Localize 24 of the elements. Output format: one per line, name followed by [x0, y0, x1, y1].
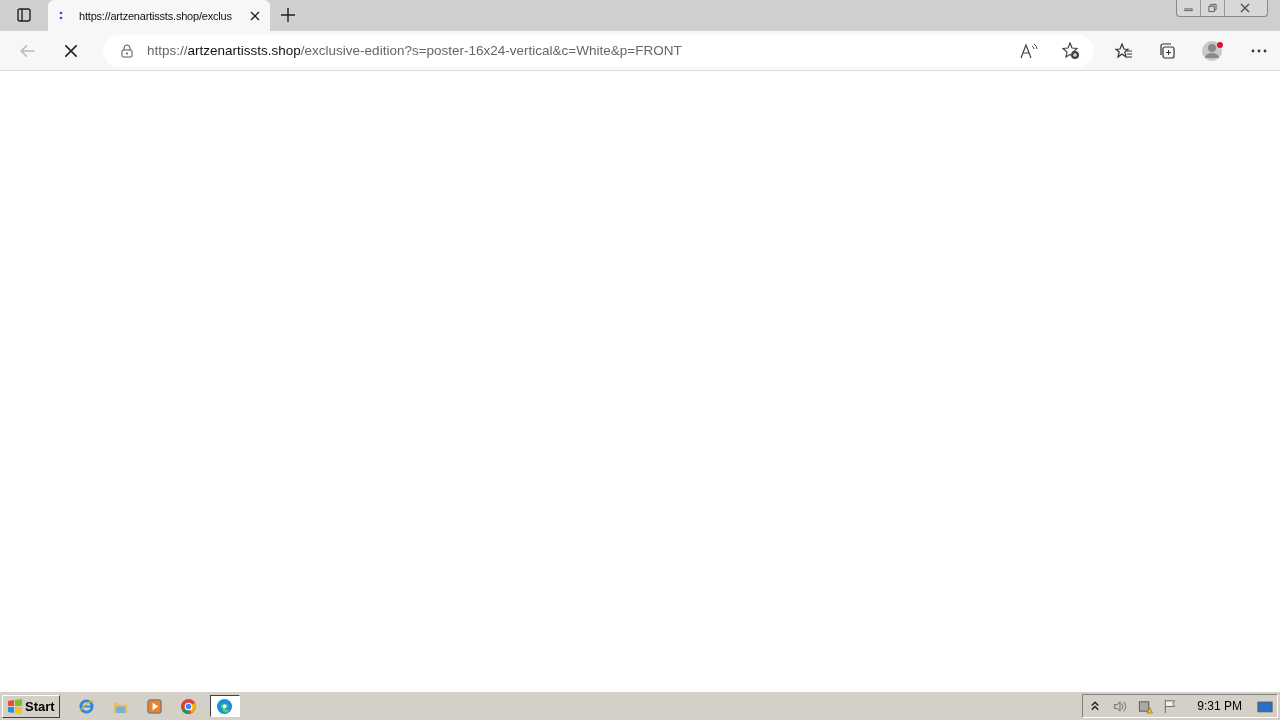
close-icon[interactable]: [250, 10, 260, 21]
restore-icon: [1208, 3, 1217, 13]
new-tab-icon[interactable]: [281, 8, 295, 22]
favorites-icon[interactable]: [1115, 41, 1133, 60]
clock[interactable]: 9:31 PM: [1197, 699, 1242, 713]
start-button[interactable]: Start: [2, 694, 60, 718]
add-favorite-icon[interactable]: [1062, 41, 1080, 60]
address-bar[interactable]: https://artzenartissts.shop/exclusive-edition?s=poster-16x24-vertical&c=White&p=FRONT: [103, 34, 1094, 67]
flag-icon[interactable]: [1162, 698, 1179, 714]
close-icon: [1240, 3, 1250, 13]
tab-actions-icon[interactable]: [16, 7, 32, 23]
network-warning-icon[interactable]: [1137, 698, 1154, 714]
speaker-icon[interactable]: [1112, 698, 1129, 714]
url-text: https://artzenartissts.shop/exclusive-edition?s=poster-16x24-vertical&c=White&p=FRONT: [147, 43, 682, 58]
browser-tab[interactable]: https://artzenartissts.shop/exclus: [48, 0, 270, 31]
tab-title: https://artzenartissts.shop/exclus: [79, 9, 233, 22]
collections-icon[interactable]: [1158, 41, 1176, 60]
loading-icon: [59, 10, 63, 21]
edge-icon[interactable]: [209, 695, 240, 717]
lock-icon: [121, 43, 133, 58]
read-aloud-icon[interactable]: [1020, 41, 1038, 60]
profile-icon[interactable]: [1201, 38, 1225, 63]
show-desktop-icon[interactable]: [1257, 698, 1273, 714]
windows-logo-icon: [7, 698, 23, 714]
